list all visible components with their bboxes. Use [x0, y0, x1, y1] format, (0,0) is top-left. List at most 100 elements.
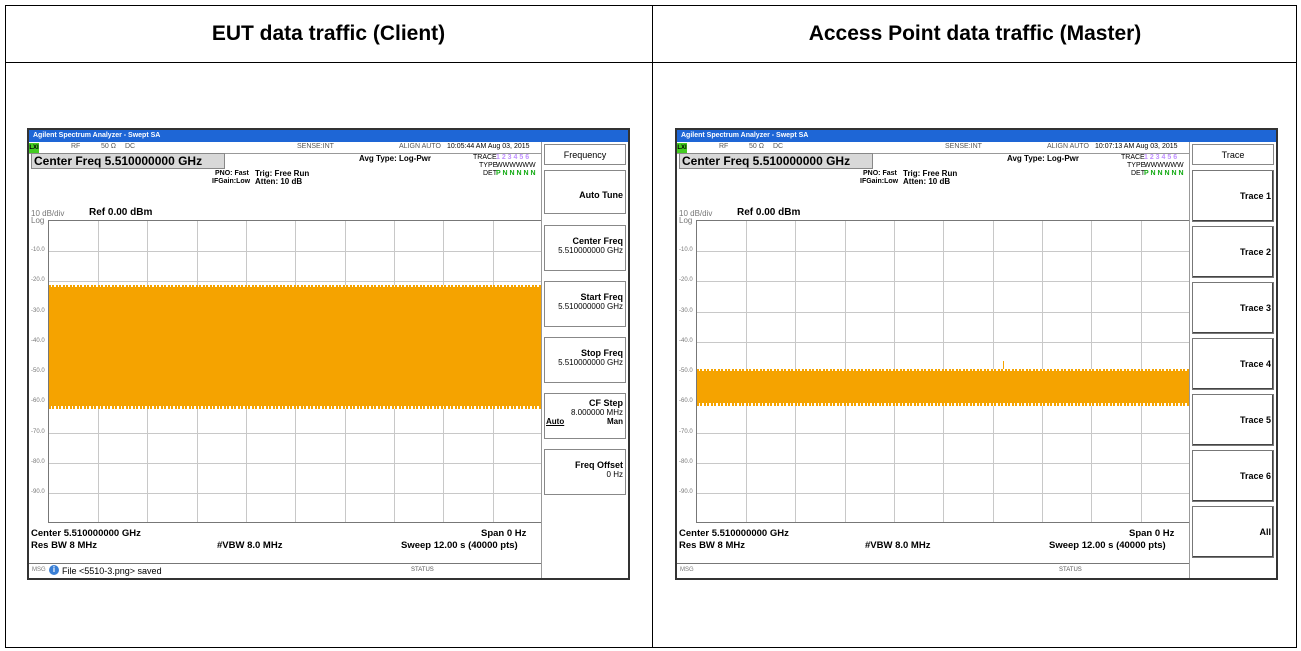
softkey-start-freq[interactable]: Start Freq 5.510000000 GHz: [544, 281, 626, 327]
timestamp: 10:05:44 AM Aug 03, 2015: [447, 143, 530, 150]
trace-row-label: TRACE: [473, 154, 497, 161]
window-title: Agilent Spectrum Analyzer - Swept SA: [677, 130, 1276, 142]
coupling-indicator: DC: [125, 143, 136, 150]
status-label: STATUS: [1059, 567, 1082, 573]
softkey-menu-title: Frequency: [544, 144, 626, 165]
softkey-all[interactable]: All: [1192, 506, 1274, 558]
sweep-readout: Sweep 12.00 s (40000 pts): [1049, 540, 1166, 551]
ifgain-setting: IFGain:Low: [212, 178, 251, 185]
center-readout: Center 5.510000000 GHz: [679, 528, 789, 539]
status-label: STATUS: [411, 567, 434, 573]
align-indicator: ALIGN AUTO: [1047, 143, 1089, 150]
spectrum-plot: [48, 220, 543, 523]
atten-setting: Atten: 10 dB: [255, 177, 303, 186]
softkey-trace-5[interactable]: Trace 5: [1192, 394, 1274, 446]
avg-type: Avg Type: Log-Pwr: [359, 154, 431, 163]
y-tick-label: -20.0: [679, 277, 693, 283]
softkey-panel: Trace Trace 1 Trace 2 Trace 3 Trace 4 Tr…: [1189, 142, 1276, 578]
msg-label: MSG: [680, 567, 694, 573]
info-icon: i: [49, 565, 59, 575]
header-divider: [5, 62, 1297, 63]
impedance-indicator: 50 Ω: [101, 143, 116, 150]
message-bar: MSG STATUS: [677, 563, 1193, 578]
align-indicator: ALIGN AUTO: [399, 143, 441, 150]
right-column-header: Access Point data traffic (Master): [808, 21, 1142, 45]
center-freq-readout: Center Freq 5.510000000 GHz: [679, 153, 873, 169]
det-row-label: DET: [1131, 170, 1145, 177]
lxi-icon: LXI: [677, 143, 687, 153]
right-spectrum-analyzer-screenshot: Agilent Spectrum Analyzer - Swept SA LXI…: [675, 128, 1278, 580]
y-tick-label: -60.0: [679, 398, 693, 404]
span-readout: Span 0 Hz: [1129, 528, 1175, 539]
softkey-trace-4[interactable]: Trace 4: [1192, 338, 1274, 390]
y-tick-label: -30.0: [31, 308, 45, 314]
trace-numbers: 1 2 3 4 5 6: [496, 154, 530, 161]
trace-1-band: [49, 287, 542, 407]
pno-setting: PNO: Fast: [863, 170, 897, 177]
y-tick-label: -90.0: [31, 489, 45, 495]
left-column-header: EUT data traffic (Client): [211, 21, 446, 45]
type-values: WWWWWW: [496, 162, 536, 169]
y-tick-label: -80.0: [679, 459, 693, 465]
vbw-readout: #VBW 8.0 MHz: [865, 540, 931, 551]
window-title: Agilent Spectrum Analyzer - Swept SA: [29, 130, 628, 142]
trace-row-label: TRACE: [1121, 154, 1145, 161]
span-readout: Span 0 Hz: [481, 528, 527, 539]
y-tick-label: -70.0: [31, 429, 45, 435]
trace-1-band: [697, 371, 1190, 404]
y-tick-label: -90.0: [679, 489, 693, 495]
log-label: Log: [679, 216, 693, 225]
sweep-readout: Sweep 12.00 s (40000 pts): [401, 540, 518, 551]
softkey-trace-3[interactable]: Trace 3: [1192, 282, 1274, 334]
rf-indicator: RF: [719, 143, 729, 150]
spectrum-plot: [696, 220, 1191, 523]
softkey-auto-tune[interactable]: Auto Tune: [544, 170, 626, 214]
type-row-label: TYPE: [1127, 162, 1146, 169]
ifgain-setting: IFGain:Low: [860, 178, 899, 185]
y-tick-label: -20.0: [31, 277, 45, 283]
center-freq-readout: Center Freq 5.510000000 GHz: [31, 153, 225, 169]
ref-level: Ref 0.00 dBm: [737, 207, 801, 218]
y-tick-label: -30.0: [679, 308, 693, 314]
sense-indicator: SENSE:INT: [297, 143, 334, 150]
det-values: P N N N N N: [1144, 170, 1184, 177]
y-tick-label: -40.0: [31, 338, 45, 344]
msg-text: File <5510-3.png> saved: [62, 566, 162, 576]
y-tick-label: -80.0: [31, 459, 45, 465]
impedance-indicator: 50 Ω: [749, 143, 764, 150]
left-spectrum-analyzer-screenshot: Agilent Spectrum Analyzer - Swept SA LXI…: [27, 128, 630, 580]
softkey-panel: Frequency Auto Tune Center Freq 5.5100000…: [541, 142, 628, 578]
softkey-center-freq[interactable]: Center Freq 5.510000000 GHz: [544, 225, 626, 271]
y-tick-label: -40.0: [679, 338, 693, 344]
softkey-trace-1[interactable]: Trace 1: [1192, 170, 1274, 222]
softkey-cf-step[interactable]: CF Step 8.000000 MHz Auto Man: [544, 393, 626, 439]
message-bar: MSG i File <5510-3.png> saved STATUS: [29, 563, 545, 578]
trace-numbers: 1 2 3 4 5 6: [1144, 154, 1178, 161]
softkey-trace-2[interactable]: Trace 2: [1192, 226, 1274, 278]
softkey-stop-freq[interactable]: Stop Freq 5.510000000 GHz: [544, 337, 626, 383]
log-label: Log: [31, 216, 45, 225]
y-tick-label: -10.0: [679, 247, 693, 253]
avg-type: Avg Type: Log-Pwr: [1007, 154, 1079, 163]
type-row-label: TYPE: [479, 162, 498, 169]
pno-setting: PNO: Fast: [215, 170, 249, 177]
softkey-menu-title: Trace: [1192, 144, 1274, 165]
y-tick-label: -70.0: [679, 429, 693, 435]
y-tick-label: -50.0: [31, 368, 45, 374]
y-tick-label: -50.0: [679, 368, 693, 374]
type-values: WWWWWW: [1144, 162, 1184, 169]
det-values: P N N N N N: [496, 170, 536, 177]
sense-indicator: SENSE:INT: [945, 143, 982, 150]
column-divider: [652, 5, 653, 648]
lxi-icon: LXI: [29, 143, 39, 153]
y-tick-label: -60.0: [31, 398, 45, 404]
center-readout: Center 5.510000000 GHz: [31, 528, 141, 539]
rf-indicator: RF: [71, 143, 81, 150]
softkey-trace-6[interactable]: Trace 6: [1192, 450, 1274, 502]
res-bw-readout: Res BW 8 MHz: [31, 540, 97, 551]
vbw-readout: #VBW 8.0 MHz: [217, 540, 283, 551]
res-bw-readout: Res BW 8 MHz: [679, 540, 745, 551]
softkey-freq-offset[interactable]: Freq Offset 0 Hz: [544, 449, 626, 495]
timestamp: 10:07:13 AM Aug 03, 2015: [1095, 143, 1178, 150]
msg-label: MSG: [32, 567, 46, 573]
